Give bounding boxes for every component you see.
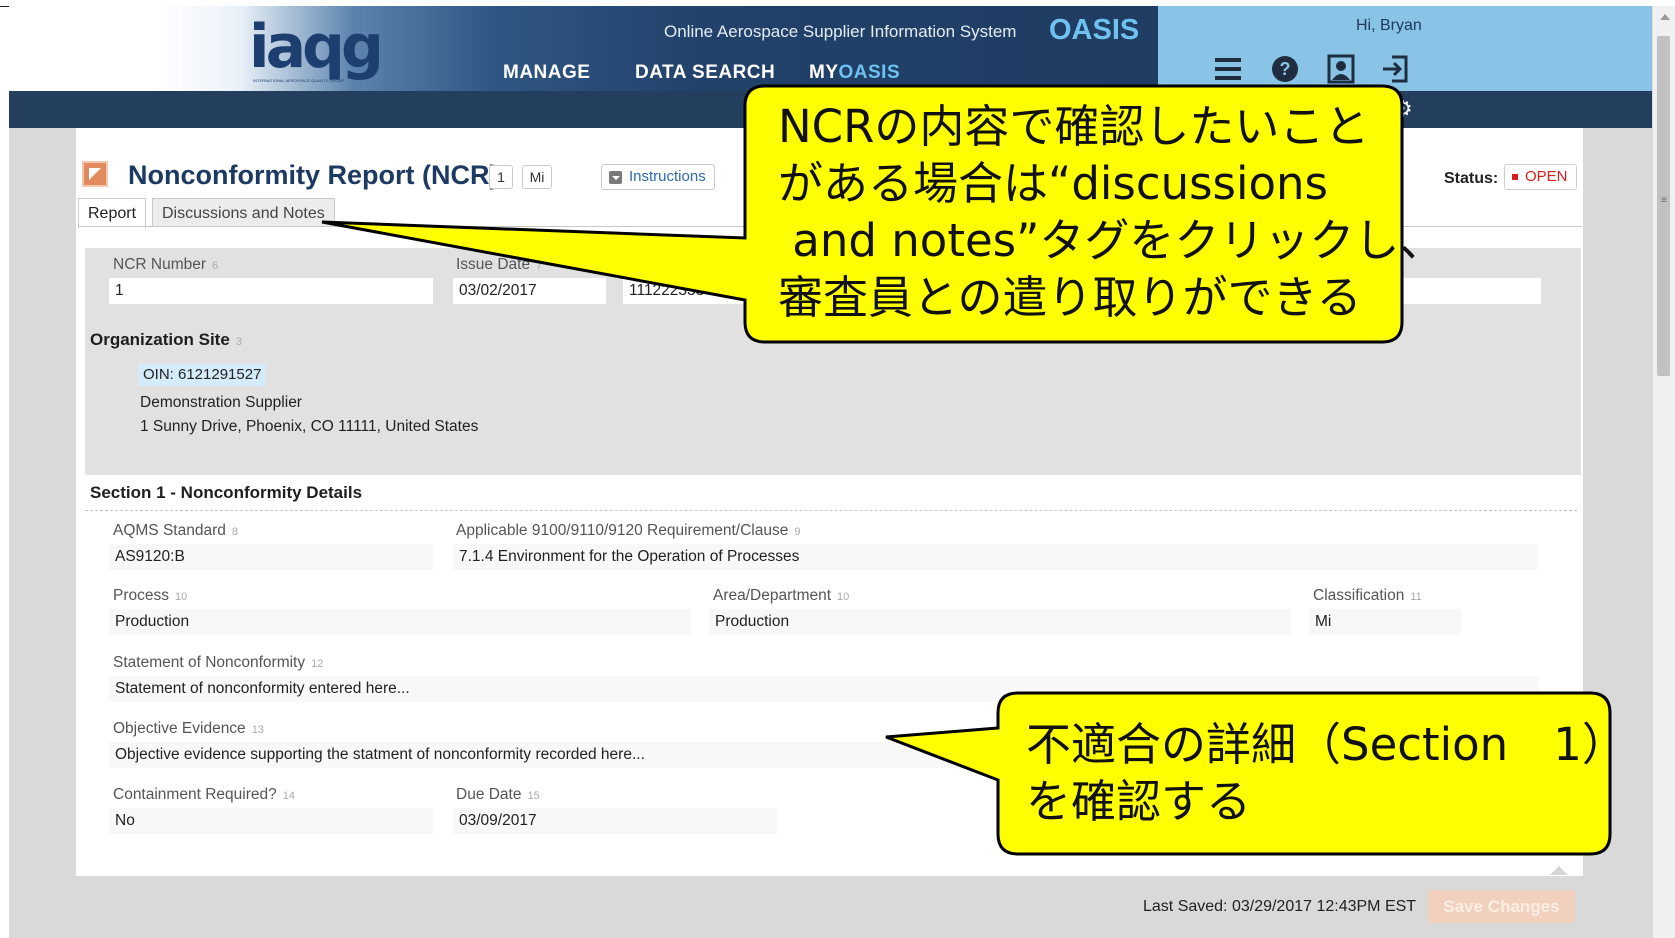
callout-bottom-text: 不適合の詳細（Section 1） を確認する (1026, 718, 1627, 828)
callout-top-text: NCRの内容で確認したいこと がある場合は“discussions and no… (778, 100, 1445, 324)
